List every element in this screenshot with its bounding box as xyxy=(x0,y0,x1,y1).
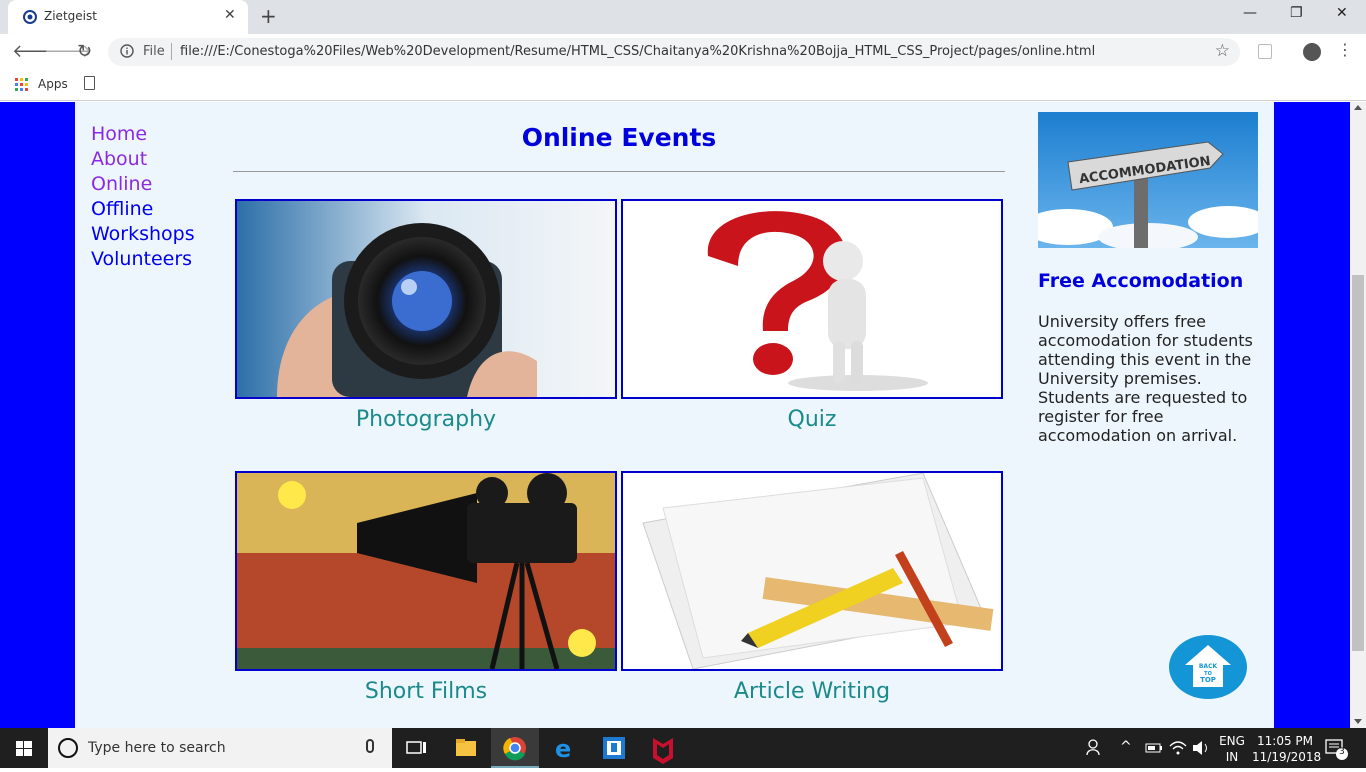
document-bookmark-icon[interactable] xyxy=(84,76,95,90)
accommodation-sign-image: ACCOMMODATION xyxy=(1038,112,1258,248)
back-to-top-button[interactable]: BACK TO TOP xyxy=(1169,635,1247,699)
taskbar-search-box[interactable]: Type here to search xyxy=(48,728,392,768)
taskbar-search-placeholder[interactable]: Type here to search xyxy=(88,740,226,756)
aside-title: Free Accomodation xyxy=(1038,270,1244,292)
extension-icon[interactable] xyxy=(1258,44,1272,59)
nav-link-about[interactable]: About xyxy=(91,147,195,172)
clock[interactable]: 11:05 PM 11/19/2018 xyxy=(1252,728,1322,768)
notification-count: 3 xyxy=(1339,747,1345,757)
nav-link-workshops[interactable]: Workshops xyxy=(91,222,195,247)
camera-lens-illustration xyxy=(237,201,615,397)
people-icon[interactable] xyxy=(1085,728,1105,768)
back-to-top-icon: BACK TO TOP xyxy=(1185,645,1231,687)
restore-icon[interactable]: ❐ xyxy=(1290,5,1303,21)
language-code: ENG xyxy=(1219,734,1245,748)
windows-taskbar: Type here to search e ^ ENG IN 11:05 PM … xyxy=(0,728,1366,768)
page-content: Home About Online Offline Workshops Volu… xyxy=(75,102,1274,728)
file-explorer-icon[interactable] xyxy=(442,728,490,768)
mcafee-icon[interactable] xyxy=(639,728,687,768)
apps-bookmark[interactable]: Apps xyxy=(38,77,68,91)
side-navigation: Home About Online Offline Workshops Volu… xyxy=(91,122,195,272)
article-writing-illustration xyxy=(623,473,1001,669)
event-card-photography[interactable]: Photography xyxy=(235,199,617,432)
edge-icon[interactable]: e xyxy=(541,728,589,768)
address-url[interactable]: file:///E:/Conestoga%20Files/Web%20Devel… xyxy=(180,44,1095,59)
volume-icon[interactable] xyxy=(1190,728,1212,768)
clock-date: 11/19/2018 xyxy=(1252,750,1322,764)
browser-toolbar: 🡐 🡒 ↻ File file:///E:/Conestoga%20Files/… xyxy=(0,34,1366,70)
nav-link-offline[interactable]: Offline xyxy=(91,197,195,222)
event-card-quiz[interactable]: Quiz xyxy=(621,199,1003,432)
chrome-taskbar-icon[interactable] xyxy=(491,728,539,768)
scroll-up-arrow-icon[interactable] xyxy=(1354,105,1362,110)
event-card-short-films[interactable]: Short Films xyxy=(235,471,617,704)
region-code: IN xyxy=(1225,750,1239,764)
accommodation-sign-illustration: ACCOMMODATION xyxy=(1038,112,1258,248)
page-scrollbar[interactable] xyxy=(1350,102,1366,728)
event-caption-photography[interactable]: Photography xyxy=(235,407,617,432)
address-scheme-label: File xyxy=(143,44,165,59)
browser-tab[interactable]: Zietgeist ✕ xyxy=(8,0,248,34)
profile-avatar-icon[interactable] xyxy=(1303,43,1321,61)
wifi-icon[interactable] xyxy=(1168,728,1188,768)
back-to-top-line1: BACK xyxy=(1199,663,1218,670)
svg-text:e: e xyxy=(555,735,571,763)
task-view-icon[interactable] xyxy=(392,728,440,768)
address-divider xyxy=(171,43,172,60)
title-divider xyxy=(233,171,1005,172)
scroll-down-arrow-icon[interactable] xyxy=(1354,719,1362,724)
nav-link-volunteers[interactable]: Volunteers xyxy=(91,247,195,272)
scrollbar-thumb[interactable] xyxy=(1352,275,1364,651)
windows-logo-icon xyxy=(16,741,32,756)
page-favicon-icon xyxy=(23,10,37,24)
question-mark-illustration xyxy=(623,201,1001,397)
minimize-icon[interactable]: — xyxy=(1243,5,1257,21)
battery-icon[interactable] xyxy=(1144,728,1164,768)
browser-menu-icon[interactable]: ⋮ xyxy=(1337,40,1353,59)
show-hidden-icons-icon[interactable]: ^ xyxy=(1120,728,1138,768)
nav-link-online[interactable]: Online xyxy=(91,172,195,197)
reload-icon[interactable]: ↻ xyxy=(77,41,92,62)
apps-grid-icon[interactable] xyxy=(15,78,28,91)
store-app-icon[interactable] xyxy=(590,728,638,768)
page-title: Online Events xyxy=(521,123,717,152)
event-card-article-writing[interactable]: Article Writing xyxy=(621,471,1003,704)
nav-link-home[interactable]: Home xyxy=(91,122,195,147)
article-writing-image[interactable] xyxy=(621,471,1003,671)
event-caption-quiz[interactable]: Quiz xyxy=(621,407,1003,432)
info-icon[interactable] xyxy=(120,44,134,58)
new-tab-button[interactable]: + xyxy=(260,4,277,28)
clock-time: 11:05 PM xyxy=(1257,734,1313,748)
event-caption-article-writing[interactable]: Article Writing xyxy=(621,679,1003,704)
bookmarks-bar: Apps xyxy=(0,70,1366,101)
address-bar[interactable]: File file:///E:/Conestoga%20Files/Web%20… xyxy=(108,38,1240,66)
tab-close-icon[interactable]: ✕ xyxy=(224,7,236,23)
input-language-indicator[interactable]: ENG IN xyxy=(1217,728,1247,768)
film-projector-image[interactable] xyxy=(235,471,617,671)
microphone-icon[interactable] xyxy=(366,739,374,753)
browser-tab-strip: Zietgeist ✕ + — ❐ ✕ xyxy=(0,0,1366,34)
back-to-top-line3: TOP xyxy=(1200,676,1216,684)
question-mark-figure-image[interactable] xyxy=(621,199,1003,399)
aside-description: University offers free accomodation for … xyxy=(1038,312,1253,445)
camera-lens-image[interactable] xyxy=(235,199,617,399)
film-projector-illustration xyxy=(237,473,615,669)
start-button[interactable] xyxy=(0,728,48,768)
tab-title: Zietgeist xyxy=(44,9,97,23)
bookmark-star-icon[interactable]: ☆ xyxy=(1215,41,1230,61)
window-close-icon[interactable]: ✕ xyxy=(1336,5,1348,21)
event-caption-short-films[interactable]: Short Films xyxy=(235,679,617,704)
action-center-icon[interactable]: 3 xyxy=(1322,728,1350,768)
cortana-icon[interactable] xyxy=(58,738,78,758)
page-viewport: Home About Online Offline Workshops Volu… xyxy=(0,102,1350,728)
